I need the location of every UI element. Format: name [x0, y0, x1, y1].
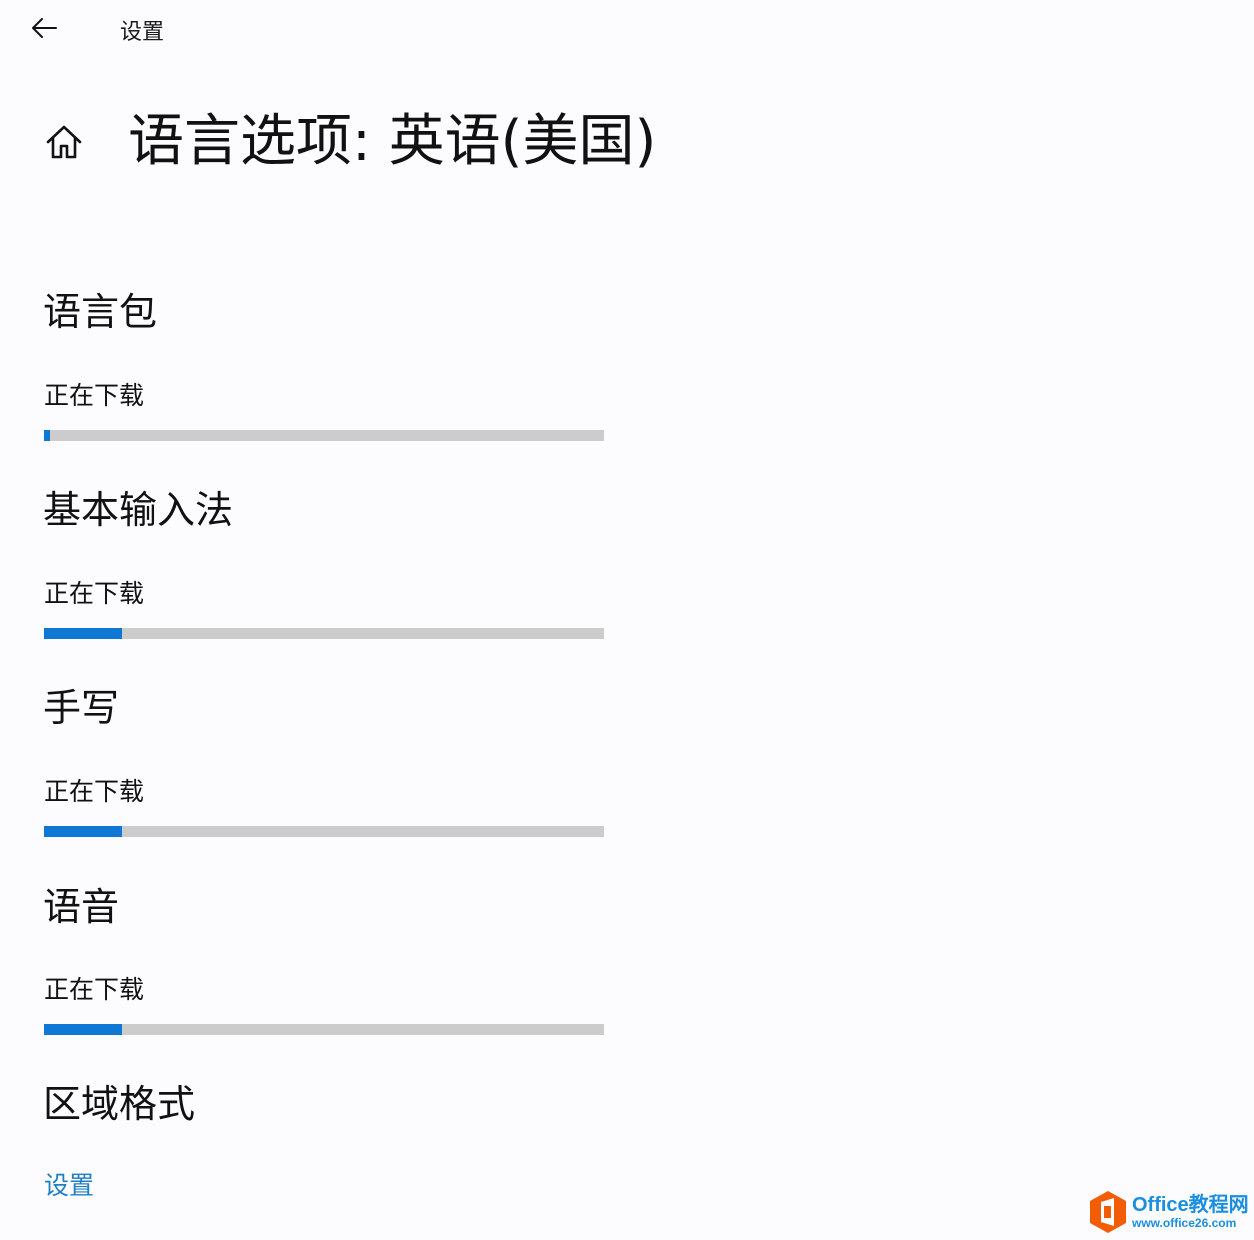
status-language-pack: 正在下载: [44, 381, 145, 410]
home-icon: [46, 125, 82, 159]
section-title-handwriting: 手写: [43, 686, 120, 730]
progress-bar-speech: [44, 1024, 604, 1035]
progress-fill-handwriting: [44, 826, 123, 837]
section-title-language-pack: 语言包: [43, 290, 158, 334]
status-speech: 正在下载: [44, 975, 145, 1004]
progress-fill-language-pack: [44, 430, 50, 441]
progress-fill-basic-typing: [44, 628, 123, 639]
settings-window: 设置 语言选项: 英语(美国) 语言包 正在下载 基本输入法 正在下载 手写 正…: [0, 0, 1254, 1240]
status-handwriting: 正在下载: [44, 777, 145, 806]
office-logo-icon: [1090, 1191, 1126, 1233]
regional-format-settings-link[interactable]: 设置: [44, 1170, 94, 1202]
section-title-speech: 语音: [43, 885, 120, 929]
back-button[interactable]: [22, 8, 66, 48]
watermark-url: www.office26.com: [1132, 1216, 1237, 1230]
watermark: Office教程网 www.office26.com: [1088, 1188, 1250, 1236]
progress-bar-handwriting: [44, 826, 604, 837]
watermark-brand: Office教程网: [1132, 1194, 1249, 1216]
progress-bar-basic-typing: [44, 628, 604, 639]
app-title: 设置: [120, 20, 165, 45]
status-basic-typing: 正在下载: [44, 579, 145, 608]
progress-fill-speech: [44, 1024, 123, 1035]
page-title: 语言选项: 英语(美国): [128, 109, 657, 174]
section-title-regional-format: 区域格式: [43, 1082, 196, 1126]
home-button[interactable]: [40, 118, 88, 166]
section-title-basic-typing: 基本输入法: [43, 488, 234, 532]
arrow-left-icon: [32, 18, 57, 38]
title-bar: 设置: [0, 0, 1254, 60]
progress-bar-language-pack: [44, 430, 604, 441]
